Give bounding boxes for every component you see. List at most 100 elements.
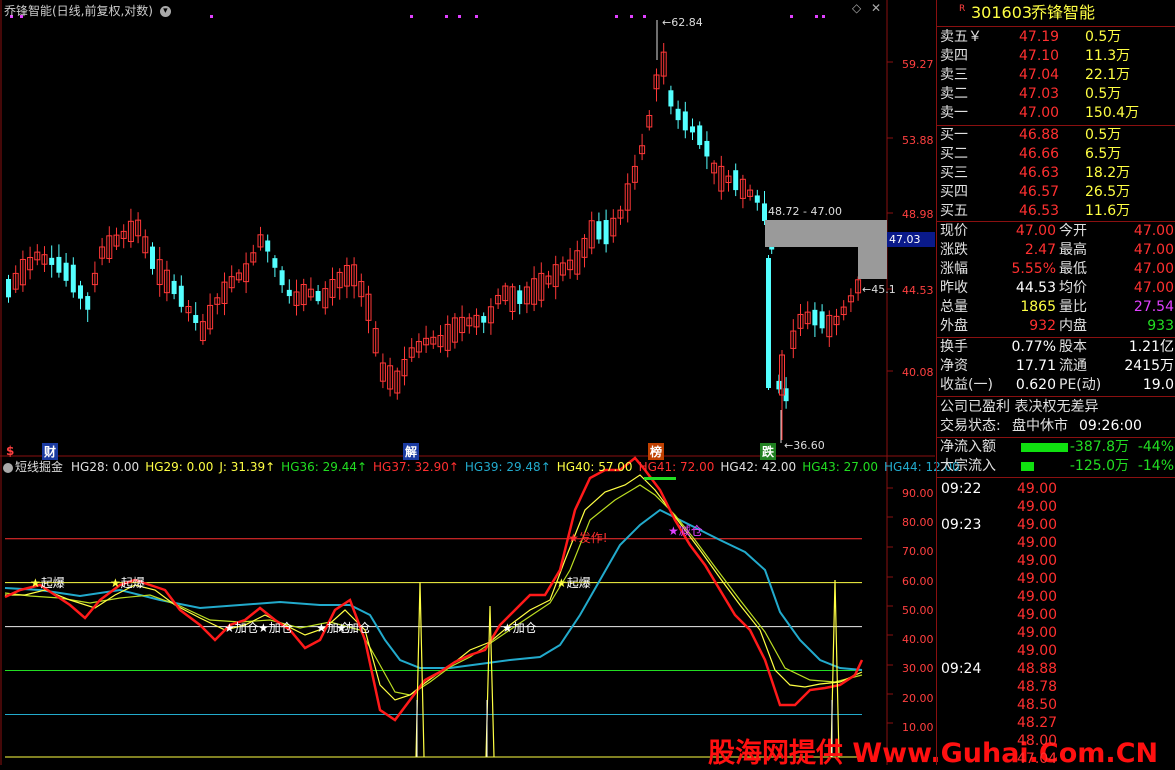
candle-body bbox=[812, 309, 818, 326]
flow-bar bbox=[1021, 443, 1068, 452]
tick-price: 48.78 bbox=[1017, 679, 1058, 695]
candle-body bbox=[272, 258, 278, 268]
stat-row: 现价 47.00 今开 47.00 bbox=[937, 222, 1175, 241]
candle-body bbox=[517, 290, 523, 304]
sell-row[interactable]: 卖一 47.00 150.4万 bbox=[937, 104, 1175, 123]
stock-code: 301603 bbox=[971, 3, 1033, 22]
flow-bar bbox=[1021, 462, 1034, 471]
stat-value: 27.54 bbox=[1133, 299, 1174, 315]
candle-body bbox=[704, 140, 710, 157]
stat-label: 现价 bbox=[940, 223, 968, 239]
stat-value: 0.77% bbox=[1011, 339, 1056, 355]
buy-price: 46.63 bbox=[1019, 165, 1060, 181]
candle-body bbox=[6, 278, 11, 298]
stat-label: 最低 bbox=[1059, 261, 1087, 277]
price-axis-label: 40.08 bbox=[902, 366, 934, 379]
quote-header: R 301603 乔锋智能 bbox=[937, 2, 1175, 24]
chevron-down-icon[interactable]: ▾ bbox=[159, 6, 171, 17]
sell-row[interactable]: 卖五￥ 47.19 0.5万 bbox=[937, 28, 1175, 47]
buy-row[interactable]: 买一 46.88 0.5万 bbox=[937, 126, 1175, 145]
buy-row[interactable]: 买三 46.63 18.2万 bbox=[937, 164, 1175, 183]
sell-price: 47.00 bbox=[1019, 105, 1060, 121]
buy-row[interactable]: 买四 46.57 26.5万 bbox=[937, 183, 1175, 202]
tick-row: 49.00 bbox=[937, 498, 1175, 516]
candle-body bbox=[603, 220, 609, 245]
buy-price: 46.53 bbox=[1019, 203, 1060, 219]
stat-value: 44.53 bbox=[1015, 280, 1056, 296]
chart-area[interactable]: 乔锋智能(日线,前复权,对数) ▾ ◇ ✕ 59.27 53.88 48.98 … bbox=[0, 0, 1158, 769]
flow-label: 大宗流入 bbox=[940, 458, 996, 474]
r-badge: R bbox=[959, 4, 966, 14]
buy-price: 46.57 bbox=[1019, 184, 1060, 200]
marker-dot bbox=[790, 15, 793, 18]
marker-dot bbox=[475, 15, 478, 18]
signal-jiacang: ★加仓 bbox=[224, 621, 259, 635]
sell-row[interactable]: 卖二 47.03 0.5万 bbox=[937, 85, 1175, 104]
indicator-values: HG28: 0.00 HG29: 0.00 J: 31.39↑ HG36: 29.44… bbox=[71, 460, 966, 474]
indicator-value: J: 31.39↑ bbox=[219, 460, 276, 474]
stat-row: 涨跌 2.47 最高 47.00 bbox=[937, 241, 1175, 260]
tick-time: 09:24 bbox=[941, 661, 982, 677]
marker-dot bbox=[643, 15, 646, 18]
buy-row[interactable]: 买二 46.66 6.5万 bbox=[937, 145, 1175, 164]
candle-body bbox=[315, 291, 321, 302]
tick-price: 48.27 bbox=[1017, 715, 1058, 731]
candle-body bbox=[733, 170, 739, 191]
indicator-menu-icon[interactable] bbox=[3, 462, 13, 473]
tick-price: 49.00 bbox=[1017, 481, 1058, 497]
stat-value: 5.55% bbox=[1011, 261, 1056, 277]
flow-value: -387.8万 bbox=[1069, 439, 1129, 455]
sell-row[interactable]: 卖三 47.04 22.1万 bbox=[937, 66, 1175, 85]
indicator-axis-label: 60.00 bbox=[902, 575, 934, 588]
tick-row: 49.00 bbox=[937, 552, 1175, 570]
close-icon[interactable]: ✕ bbox=[871, 1, 881, 15]
marker-dot bbox=[630, 15, 633, 18]
stat-value: 933 bbox=[1147, 318, 1174, 334]
candlestick-chart[interactable] bbox=[0, 0, 935, 765]
stat-label: 流通 bbox=[1059, 358, 1087, 374]
tick-price: 49.00 bbox=[1017, 499, 1058, 515]
stat-row: 收益(一) 0.620 PE(动) 19.0 bbox=[937, 376, 1175, 395]
tick-price: 49.00 bbox=[1017, 571, 1058, 587]
signal-jiacang: ★加仓 bbox=[502, 621, 537, 635]
signal-qibao: ★起爆 bbox=[556, 576, 591, 590]
diamond-icon[interactable]: ◇ bbox=[852, 1, 861, 15]
tick-row: 49.00 bbox=[937, 642, 1175, 660]
tick-row: 09:24 48.88 bbox=[937, 660, 1175, 678]
candle-body bbox=[762, 203, 767, 222]
candle-body bbox=[682, 111, 688, 131]
buy-row[interactable]: 买五 46.53 11.6万 bbox=[937, 202, 1175, 221]
quote-panel: R 301603 乔锋智能 卖五￥ 47.19 0.5万 卖四 47.10 11.3万 卖三… bbox=[936, 0, 1175, 767]
stat-value: 47.00 bbox=[1133, 280, 1174, 296]
stat-value: 47.00 bbox=[1133, 261, 1174, 277]
marker-dot bbox=[822, 15, 825, 18]
high-annotation: ←62.84 bbox=[662, 16, 703, 29]
buy-volume: 18.2万 bbox=[1085, 165, 1131, 181]
stat-label: 总量 bbox=[940, 299, 968, 315]
tag-dollar[interactable]: $ bbox=[6, 444, 14, 458]
sell-price: 47.10 bbox=[1019, 48, 1060, 64]
sell-price: 47.19 bbox=[1019, 29, 1060, 45]
tick-price: 47.04 bbox=[1017, 751, 1058, 767]
sell-price: 47.03 bbox=[1019, 86, 1060, 102]
flow-row: 净流入额 -387.8万 -44% bbox=[937, 438, 1175, 457]
price-axis-label: 53.88 bbox=[902, 134, 934, 147]
tick-row: 49.00 bbox=[937, 534, 1175, 552]
divider bbox=[937, 26, 1175, 27]
tick-price: 48.00 bbox=[1017, 733, 1058, 749]
stat-label: 今开 bbox=[1059, 223, 1087, 239]
divider bbox=[937, 396, 1175, 397]
tick-row: 09:22 49.00 bbox=[937, 480, 1175, 498]
company-status: 公司已盈利 表决权无差异 bbox=[940, 399, 1099, 415]
marker-dot bbox=[410, 15, 413, 18]
sell-label: 卖一 bbox=[940, 105, 968, 121]
tick-time: 09:22 bbox=[941, 481, 982, 497]
candle-body bbox=[63, 262, 69, 281]
sell-row[interactable]: 卖四 47.10 11.3万 bbox=[937, 47, 1175, 66]
range-annotation: 48.72 - 47.00 bbox=[768, 205, 842, 218]
sell-volume: 11.3万 bbox=[1085, 48, 1131, 64]
indicator-axis-label: 40.00 bbox=[902, 633, 934, 646]
flow-row: 大宗流入 -125.0万 -14% bbox=[937, 457, 1175, 476]
stat-row: 涨幅 5.55% 最低 47.00 bbox=[937, 260, 1175, 279]
tick-price: 49.00 bbox=[1017, 607, 1058, 623]
